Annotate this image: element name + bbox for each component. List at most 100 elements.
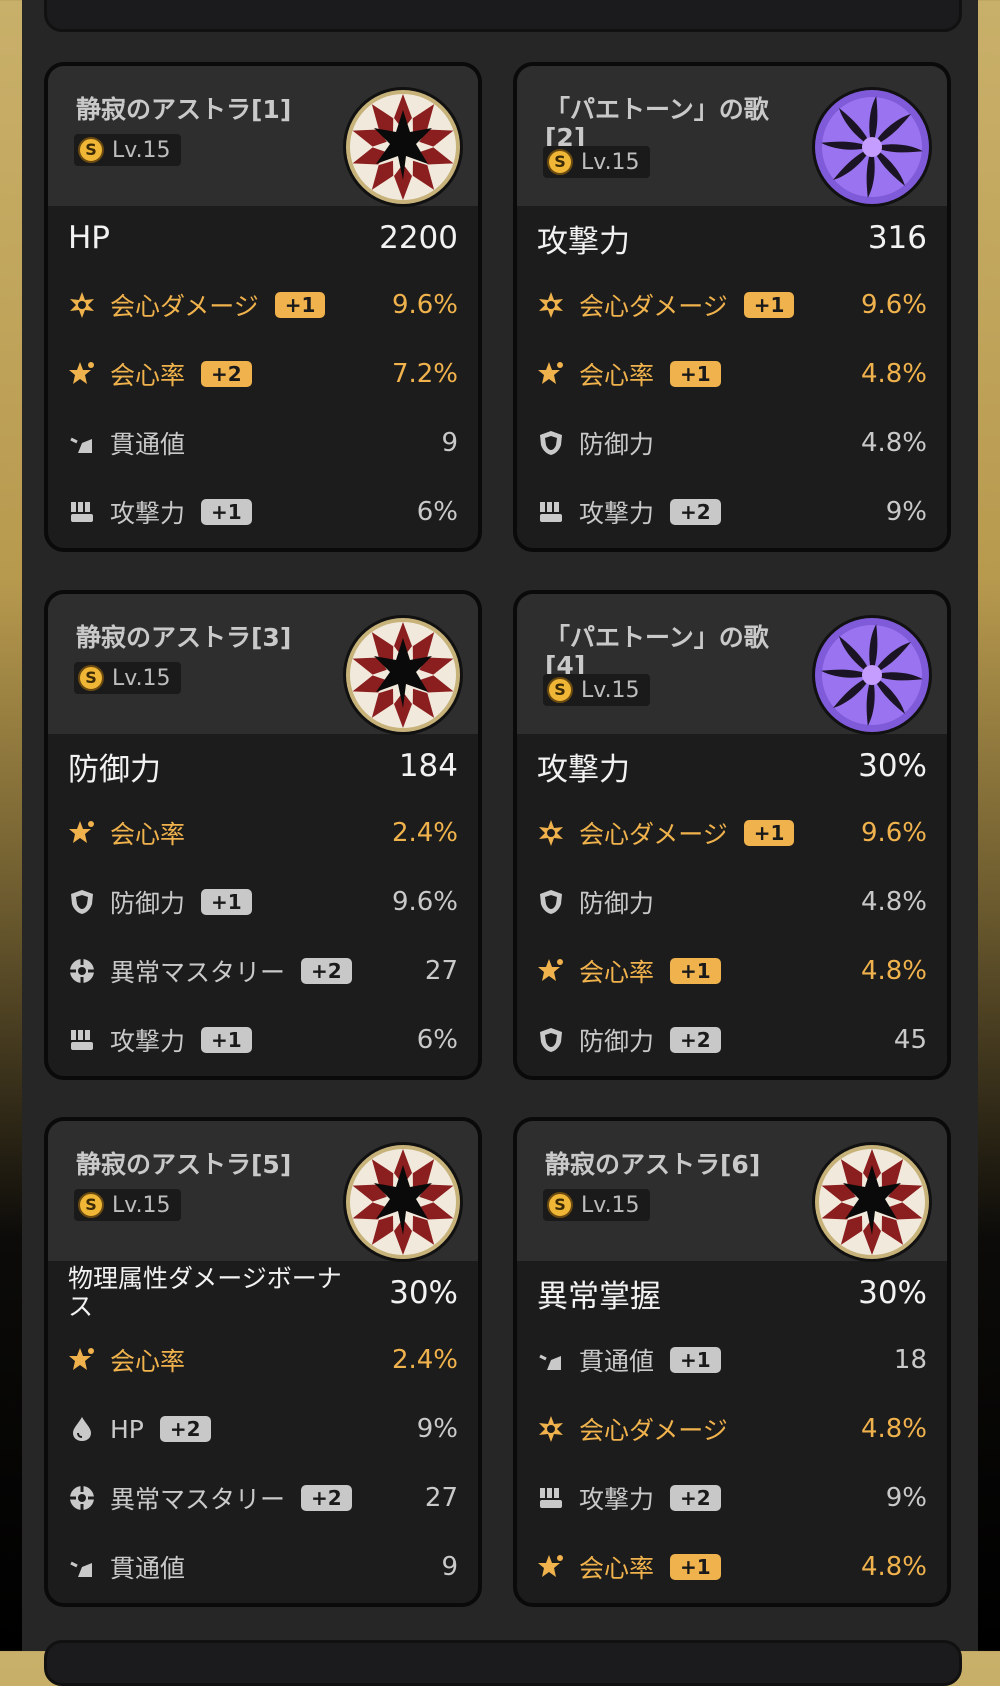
crit-rate-icon bbox=[68, 360, 96, 388]
sub-stat: 攻撃力 +2 9% bbox=[537, 492, 927, 532]
sub-stat: 会心率 2.4% bbox=[68, 1340, 458, 1380]
crit-rate-icon bbox=[68, 1346, 96, 1374]
level-label: Lv.15 bbox=[581, 149, 640, 175]
sub-stat: 会心ダメージ 4.8% bbox=[537, 1409, 927, 1449]
sub-stat: 防御力 4.8% bbox=[537, 423, 927, 463]
sub-stat-value: 4.8% bbox=[860, 956, 927, 986]
sub-stat-name: 会心率 bbox=[110, 820, 186, 849]
sub-stat: 会心ダメージ +1 9.6% bbox=[537, 285, 927, 325]
sub-stat: 貫通値 9 bbox=[68, 423, 458, 463]
disc-title: 静寂のアストラ[3] bbox=[76, 623, 292, 652]
main-stat-value: 2200 bbox=[379, 220, 458, 256]
sub-stat-name: 会心率 bbox=[579, 958, 655, 987]
sub-stat-name: 攻撃力 bbox=[579, 1485, 655, 1514]
disc-title: 静寂のアストラ[1] bbox=[76, 95, 292, 124]
sub-stat: 異常マスタリー +2 27 bbox=[68, 1478, 458, 1518]
drive-disc-card[interactable]: 静寂のアストラ[3] S Lv.15 防御力 184 会心率 2.4% 防御力 … bbox=[44, 590, 482, 1080]
sub-stat-name: 異常マスタリー bbox=[110, 1485, 286, 1514]
upgrade-count-badge: +2 bbox=[670, 1027, 721, 1053]
main-stat-value: 316 bbox=[867, 220, 927, 256]
level-label: Lv.15 bbox=[112, 665, 171, 691]
upgrade-count-badge: +2 bbox=[159, 1416, 211, 1442]
astra-disc-icon bbox=[342, 86, 464, 208]
disc-title: 「パエトーン」の歌[4] bbox=[545, 623, 769, 680]
rank-s-icon: S bbox=[78, 665, 104, 691]
main-stat-name: 物理属性ダメージボーナス bbox=[68, 1264, 342, 1321]
main-stat-value: 30% bbox=[858, 748, 927, 784]
drive-disc-card[interactable]: 「パエトーン」の歌[2] S Lv.15 攻撃力 316 会心ダメージ +1 9… bbox=[513, 62, 951, 552]
main-stat-value: 30% bbox=[858, 1275, 927, 1311]
sub-stat-value: 4.8% bbox=[860, 359, 927, 389]
atk-icon bbox=[68, 498, 96, 526]
disc-title: 静寂のアストラ[5] bbox=[76, 1150, 292, 1179]
mastery-icon bbox=[68, 1484, 96, 1512]
disc-title: 「パエトーン」の歌[2] bbox=[545, 95, 769, 152]
upgrade-count-badge: +1 bbox=[670, 958, 721, 984]
pen-icon bbox=[68, 429, 96, 457]
crit-rate-icon bbox=[537, 957, 565, 985]
def-icon bbox=[68, 888, 96, 916]
previous-section-bar bbox=[44, 0, 962, 32]
sub-stat-name: 会心率 bbox=[579, 361, 655, 390]
upgrade-count-badge: +1 bbox=[670, 1347, 721, 1373]
upgrade-count-badge: +1 bbox=[201, 499, 252, 525]
sub-stat: 攻撃力 +2 9% bbox=[537, 1478, 927, 1518]
sub-stat-name: 会心率 bbox=[110, 1347, 186, 1376]
sub-stat: 防御力 4.8% bbox=[537, 882, 927, 922]
level-badge: S Lv.15 bbox=[74, 662, 181, 694]
astra-disc-icon bbox=[811, 1141, 933, 1263]
atk-icon bbox=[537, 1484, 565, 1512]
mastery-icon bbox=[68, 957, 96, 985]
sub-stat-name: HP bbox=[110, 1414, 144, 1444]
crit-damage-icon bbox=[537, 291, 565, 319]
drive-disc-card[interactable]: 静寂のアストラ[6] S Lv.15 異常掌握 30% 貫通値 +1 18 会心… bbox=[513, 1117, 951, 1607]
pen-icon bbox=[68, 1553, 96, 1581]
main-stat: 物理属性ダメージボーナス 30% bbox=[68, 1265, 458, 1321]
crit-rate-icon bbox=[537, 1553, 565, 1581]
def-icon bbox=[537, 429, 565, 457]
main-stat-name: HP bbox=[68, 220, 111, 256]
upgrade-count-badge: +2 bbox=[301, 1485, 352, 1511]
sub-stat-value: 18 bbox=[893, 1345, 927, 1375]
sub-stat: 防御力 +1 9.6% bbox=[68, 882, 458, 922]
level-label: Lv.15 bbox=[581, 1192, 640, 1218]
sub-stat: 会心率 +1 4.8% bbox=[537, 1547, 927, 1587]
sub-stat-value: 9% bbox=[885, 497, 927, 527]
rank-s-icon: S bbox=[547, 1192, 573, 1218]
level-badge: S Lv.15 bbox=[543, 146, 650, 178]
sub-stat: 攻撃力 +1 6% bbox=[68, 492, 458, 532]
sub-stat-name: 防御力 bbox=[579, 430, 655, 459]
crit-rate-icon bbox=[68, 819, 96, 847]
sub-stat: 会心率 +1 4.8% bbox=[537, 354, 927, 394]
upgrade-count-badge: +1 bbox=[670, 361, 721, 387]
upgrade-count-badge: +1 bbox=[274, 292, 326, 318]
drive-disc-card[interactable]: 静寂のアストラ[1] S Lv.15 HP 2200 会心ダメージ +1 9.6… bbox=[44, 62, 482, 552]
sub-stat-name: 攻撃力 bbox=[110, 1027, 186, 1056]
upgrade-count-badge: +1 bbox=[743, 292, 795, 318]
sub-stat-value: 27 bbox=[424, 956, 458, 986]
sub-stat-name: 攻撃力 bbox=[579, 499, 655, 528]
crit-damage-icon bbox=[537, 819, 565, 847]
rank-s-icon: S bbox=[78, 1192, 104, 1218]
phaethon-disc-icon bbox=[811, 614, 933, 736]
main-stat-name: 攻撃力 bbox=[537, 751, 630, 788]
sub-stat-value: 9.6% bbox=[860, 290, 927, 320]
drive-disc-card[interactable]: 「パエトーン」の歌[4] S Lv.15 攻撃力 30% 会心ダメージ +1 9… bbox=[513, 590, 951, 1080]
sub-stat-value: 9.6% bbox=[391, 290, 458, 320]
sub-stat: 会心率 +1 4.8% bbox=[537, 951, 927, 991]
drive-disc-card[interactable]: 静寂のアストラ[5] S Lv.15 物理属性ダメージボーナス 30% 会心率 … bbox=[44, 1117, 482, 1607]
sub-stat: 貫通値 9 bbox=[68, 1547, 458, 1587]
sub-stat-value: 9 bbox=[441, 1552, 458, 1582]
sub-stat-value: 2.4% bbox=[391, 818, 458, 848]
sub-stat: 異常マスタリー +2 27 bbox=[68, 951, 458, 991]
upgrade-count-badge: +1 bbox=[201, 889, 252, 915]
hp-icon bbox=[68, 1415, 96, 1443]
upgrade-count-badge: +2 bbox=[670, 1485, 721, 1511]
sub-stat: HP +2 9% bbox=[68, 1409, 458, 1449]
def-icon bbox=[537, 1026, 565, 1054]
level-badge: S Lv.15 bbox=[74, 1189, 181, 1221]
sub-stat-value: 4.8% bbox=[860, 428, 927, 458]
sub-stat-name: 攻撃力 bbox=[110, 499, 186, 528]
main-stat: HP 2200 bbox=[68, 218, 458, 258]
phaethon-disc-icon bbox=[811, 86, 933, 208]
